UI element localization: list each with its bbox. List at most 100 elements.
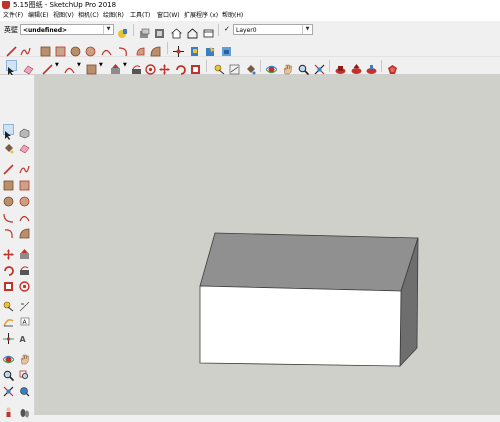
freehand-icon[interactable] (20, 42, 31, 56)
menu-view[interactable]: 视图(V) (53, 11, 74, 21)
arc-icon[interactable] (3, 208, 14, 223)
menu-window[interactable]: 窗口(W) (157, 11, 180, 21)
previous-view-icon[interactable] (19, 382, 30, 397)
menu-extensions[interactable]: 扩展程序 (x) (184, 11, 218, 21)
paint-bucket-icon[interactable] (245, 60, 256, 75)
menu-edit[interactable]: 编辑(E) (28, 11, 48, 21)
orbit-icon[interactable] (2, 350, 15, 364)
share-component-icon[interactable] (366, 60, 377, 74)
arc-icon[interactable] (101, 42, 112, 56)
dropdown-arrow-icon[interactable]: ▼ (77, 62, 81, 68)
display-section-cuts-icon[interactable] (221, 42, 232, 56)
display-section-planes-icon[interactable] (205, 42, 216, 56)
freehand-icon[interactable] (19, 160, 30, 174)
rotated-rectangle-icon[interactable] (19, 176, 30, 191)
layer-combo[interactable]: Layer0 ▼ (233, 24, 313, 35)
pan-hand-icon[interactable] (19, 350, 30, 365)
3d-warehouse-icon[interactable] (154, 24, 165, 38)
chevron-down-icon[interactable]: ▼ (302, 25, 312, 34)
walk-icon[interactable] (19, 403, 30, 418)
section-plane-icon[interactable] (189, 42, 200, 56)
rectangle-icon[interactable] (3, 176, 14, 191)
menu-file[interactable]: 文件(F) (3, 11, 23, 21)
offset-icon[interactable] (145, 60, 156, 75)
line-pencil-icon[interactable] (6, 42, 17, 57)
line-icon[interactable] (3, 160, 14, 175)
share-model-icon[interactable] (351, 60, 362, 74)
3d-text-icon[interactable]: A (19, 329, 30, 344)
polygon-icon[interactable] (19, 192, 30, 207)
extension-warehouse-icon[interactable] (387, 60, 398, 74)
push-pull-icon[interactable] (19, 245, 30, 259)
zoom-icon[interactable] (298, 60, 310, 76)
select-arrow-icon[interactable] (6, 60, 17, 76)
polygon-icon[interactable] (85, 42, 96, 57)
line-icon[interactable] (42, 60, 53, 75)
pan-hand-icon[interactable] (282, 60, 293, 75)
rectangle-icon[interactable] (40, 42, 51, 57)
text-icon[interactable]: A (19, 313, 30, 326)
box-top-face[interactable] (199, 232, 419, 292)
shapes-tool-icon[interactable] (86, 60, 97, 75)
pie-icon[interactable] (19, 224, 30, 239)
dimension-icon[interactable] (19, 297, 30, 312)
two-point-arc-icon[interactable] (19, 208, 30, 222)
left-toolbar: A A (0, 75, 35, 418)
orbit-icon[interactable] (265, 60, 278, 74)
house-outline-icon[interactable] (187, 24, 198, 39)
rotate-icon[interactable] (3, 261, 14, 276)
rotate-icon[interactable] (175, 60, 186, 75)
zoom-icon[interactable] (3, 366, 15, 382)
dropdown-arrow-icon[interactable]: ▼ (99, 62, 103, 68)
move-icon[interactable] (159, 60, 170, 75)
menu-tools[interactable]: 工具(T) (130, 11, 150, 21)
protractor-icon[interactable] (3, 313, 14, 327)
menu-help[interactable]: 帮助(H) (222, 11, 243, 21)
offset-icon[interactable] (19, 277, 30, 292)
style-combo[interactable]: <undefined> ▼ (20, 24, 114, 35)
dimension-icon[interactable] (229, 60, 240, 75)
select-arrow-icon[interactable] (3, 124, 14, 140)
three-point-arc-icon[interactable] (3, 224, 14, 239)
chevron-down-icon[interactable]: ▼ (103, 25, 113, 34)
style-settings-icon[interactable] (117, 24, 128, 38)
two-point-arc-icon[interactable] (118, 42, 129, 57)
tape-measure-icon[interactable] (3, 297, 14, 312)
make-component-icon[interactable] (19, 124, 30, 139)
menu-draw[interactable]: 绘图(R) (103, 11, 124, 21)
warehouse-icon[interactable] (335, 60, 346, 74)
eraser-icon[interactable] (23, 60, 34, 75)
position-camera-icon[interactable] (3, 403, 14, 417)
scene-icon[interactable] (203, 24, 214, 38)
dropdown-arrow-icon[interactable]: ▼ (123, 62, 127, 68)
scale-icon[interactable] (3, 277, 14, 291)
model-viewport[interactable] (35, 75, 500, 415)
zoom-window-icon[interactable] (19, 366, 30, 379)
scale-icon[interactable] (190, 60, 201, 74)
eraser-icon[interactable] (19, 139, 30, 154)
circle-icon[interactable] (3, 192, 14, 207)
toolbar-row-2 (0, 39, 500, 57)
paint-bucket-icon[interactable] (3, 139, 14, 154)
menu-camera[interactable]: 相机(C) (78, 11, 99, 21)
follow-me-icon[interactable] (131, 60, 142, 74)
box-front-face[interactable] (199, 285, 402, 367)
push-pull-icon[interactable] (110, 60, 121, 74)
axes-icon[interactable] (3, 329, 14, 344)
rotated-rectangle-icon[interactable] (55, 42, 66, 57)
dropdown-arrow-icon[interactable]: ▼ (55, 62, 59, 68)
pie-icon[interactable] (150, 42, 161, 57)
follow-me-icon[interactable] (19, 261, 30, 275)
tape-measure-icon[interactable] (214, 60, 225, 75)
zoom-extents-icon[interactable] (314, 60, 325, 75)
toolbar-separator (260, 60, 261, 72)
zoom-extents-icon[interactable] (3, 382, 14, 397)
drawing-canvas[interactable] (35, 75, 500, 415)
move-icon[interactable] (3, 245, 14, 260)
axes-icon[interactable] (173, 42, 184, 57)
arc-tool-icon[interactable] (64, 60, 75, 74)
circle-icon[interactable] (70, 42, 81, 57)
components-icon[interactable] (139, 24, 150, 38)
home-icon[interactable] (170, 24, 183, 39)
three-point-arc-icon[interactable] (135, 42, 146, 56)
